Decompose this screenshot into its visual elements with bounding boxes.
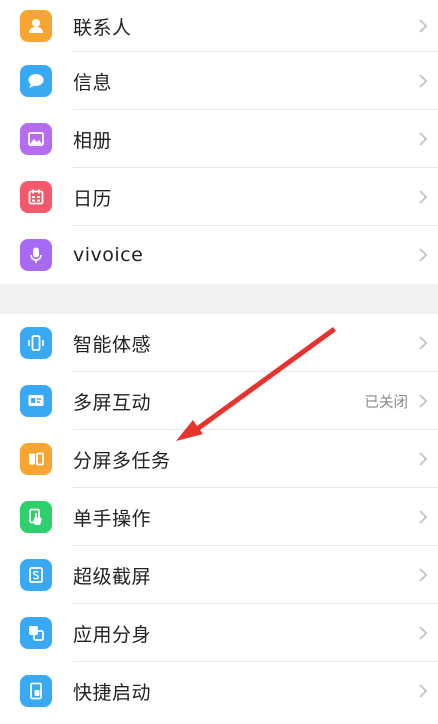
contacts-icon	[20, 10, 52, 42]
settings-row-multi-screen[interactable]: 多屏互动 已关闭	[0, 372, 438, 430]
chevron-right-icon	[419, 190, 428, 204]
settings-row-contacts[interactable]: 联系人	[0, 0, 438, 52]
settings-row-quick-launch[interactable]: 快捷启动	[0, 662, 438, 720]
status-text: 已关闭	[364, 394, 409, 411]
chevron-right-icon	[419, 568, 428, 582]
calendar-icon	[20, 181, 52, 213]
chevron-right-icon	[419, 74, 428, 88]
settings-row-one-hand[interactable]: 单手操作	[0, 488, 438, 546]
screen-share-icon	[20, 385, 52, 417]
chevron-right-icon	[419, 510, 428, 524]
chevron-right-icon	[419, 452, 428, 466]
row-label: 多屏互动	[73, 391, 152, 414]
settings-row-super-screenshot[interactable]: 超级截屏	[0, 546, 438, 604]
split-screen-icon	[20, 443, 52, 475]
row-label: 分屏多任务	[73, 449, 171, 472]
settings-row-app-clone[interactable]: 应用分身	[0, 604, 438, 662]
settings-row-vivoice[interactable]: vivoice	[0, 226, 438, 284]
album-icon	[20, 123, 52, 155]
message-icon	[20, 65, 52, 97]
chevron-right-icon	[419, 132, 428, 146]
settings-group-features: 智能体感 多屏互动 已关闭 分屏多任务 单手操作 超级截屏 应用分身 快捷启动	[0, 314, 438, 720]
row-label: 信息	[73, 71, 113, 94]
chevron-right-icon	[419, 336, 428, 350]
settings-row-messages[interactable]: 信息	[0, 52, 438, 110]
app-clone-icon	[20, 617, 52, 649]
microphone-icon	[20, 239, 52, 271]
settings-row-calendar[interactable]: 日历	[0, 168, 438, 226]
chevron-right-icon	[419, 19, 428, 33]
settings-row-split-screen[interactable]: 分屏多任务	[0, 430, 438, 488]
quick-launch-icon	[20, 675, 52, 707]
chevron-right-icon	[419, 248, 428, 262]
row-label: 相册	[73, 129, 113, 152]
chevron-right-icon	[419, 626, 428, 640]
row-label: 快捷启动	[73, 681, 152, 704]
row-label: vivoice	[73, 244, 144, 266]
chevron-right-icon	[419, 684, 428, 698]
settings-group-apps: 联系人 信息 相册 日历 vivoice	[0, 0, 438, 284]
chevron-right-icon	[419, 394, 428, 408]
screenshot-icon	[20, 559, 52, 591]
row-label: 应用分身	[73, 623, 152, 646]
section-spacer	[0, 284, 438, 314]
settings-row-album[interactable]: 相册	[0, 110, 438, 168]
row-label: 智能体感	[73, 333, 152, 356]
row-label: 单手操作	[73, 507, 152, 530]
one-hand-icon	[20, 501, 52, 533]
row-label: 超级截屏	[73, 565, 152, 588]
row-label: 联系人	[73, 16, 132, 39]
row-label: 日历	[73, 187, 113, 210]
motion-icon	[20, 327, 52, 359]
settings-row-smart-motion[interactable]: 智能体感	[0, 314, 438, 372]
